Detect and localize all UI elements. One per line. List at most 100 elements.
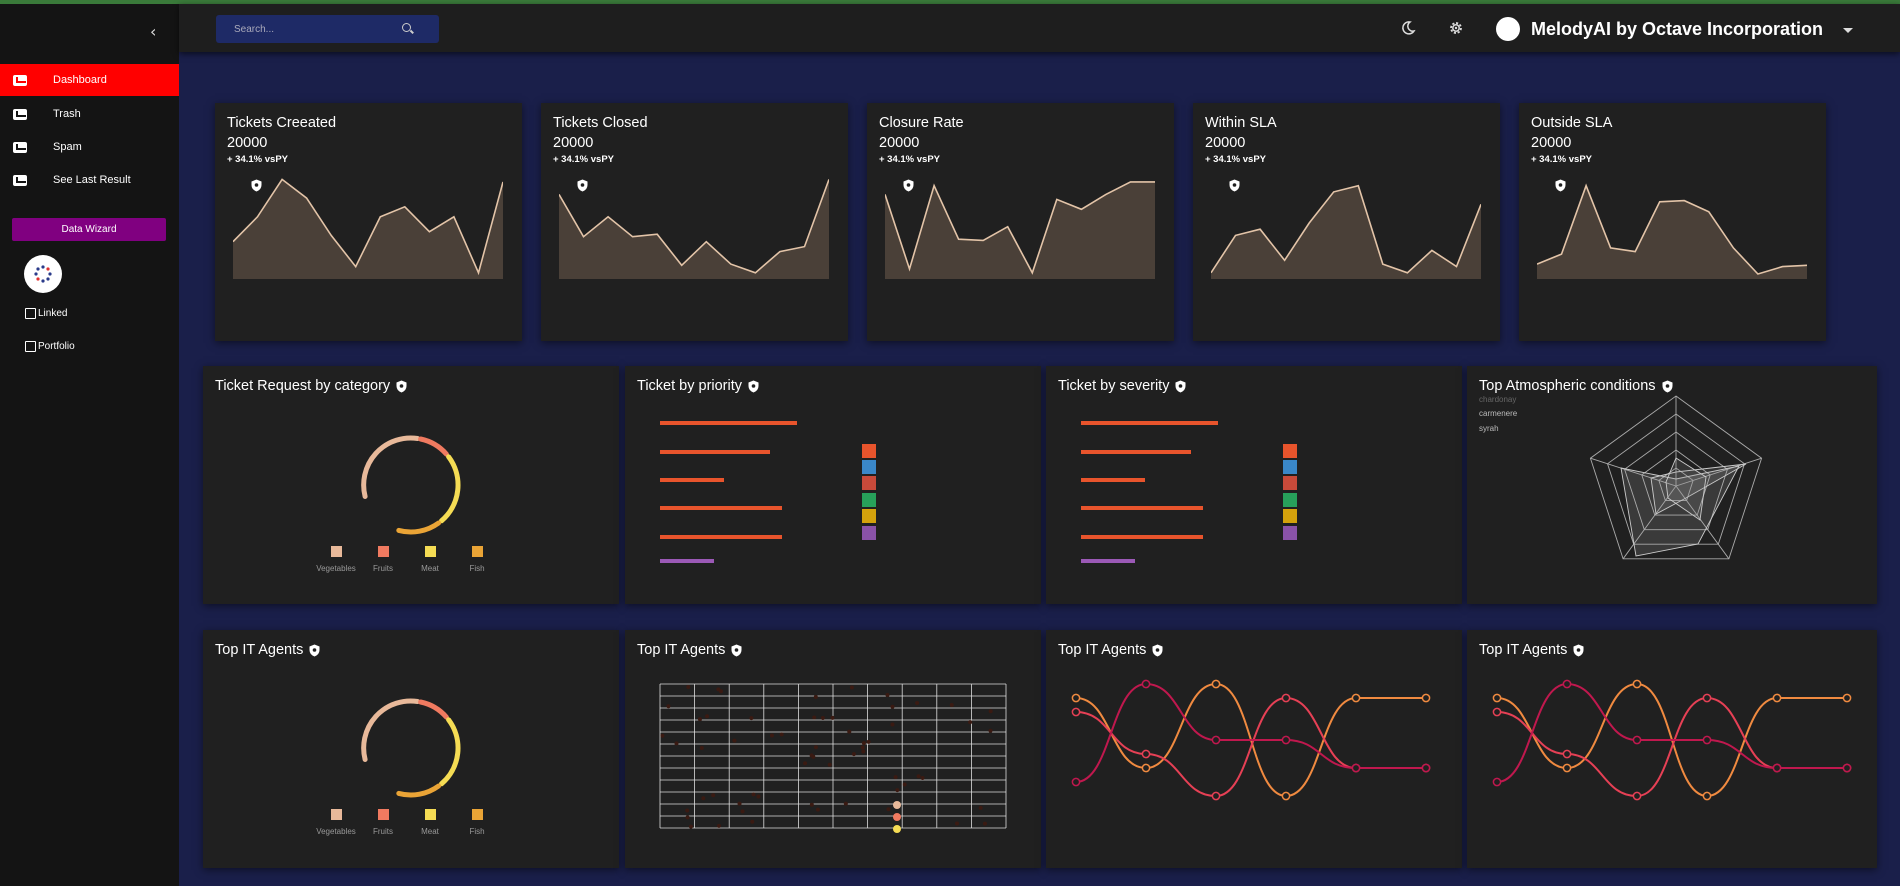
sidebar-item-dashboard[interactable]: Dashboard xyxy=(0,64,179,96)
scatter-point xyxy=(849,685,854,690)
brand-logo[interactable] xyxy=(1496,17,1520,41)
bump-point xyxy=(1632,735,1642,745)
scatter-point xyxy=(893,825,901,833)
data-wizard-button[interactable]: Data Wizard xyxy=(12,218,166,241)
scatter-point xyxy=(861,749,866,754)
area-fill xyxy=(1211,185,1481,279)
panel-ticket-by-severity: Ticket by severity xyxy=(1046,366,1462,604)
scatter-point xyxy=(812,715,817,720)
sidebar-item-spam[interactable]: Spam xyxy=(0,131,179,163)
scatter-point xyxy=(988,728,993,733)
sidebar-link-linked[interactable]: Linked xyxy=(25,308,67,319)
scatter-point xyxy=(893,801,901,809)
legend-label: Vegetables xyxy=(316,827,356,836)
kpi-area-chart xyxy=(885,181,1155,279)
chevron-left-icon[interactable]: ‹ xyxy=(150,22,156,41)
kpi-delta: + 34.1% vsPY xyxy=(227,154,289,165)
kpi-value: 20000 xyxy=(1205,135,1246,151)
scatter-point xyxy=(737,801,742,806)
bump-series-line xyxy=(1496,696,1847,798)
bump-point xyxy=(1421,763,1431,773)
scatter-point xyxy=(885,693,890,698)
gear-icon[interactable] xyxy=(1447,19,1465,37)
sidebar-item-label: See Last Result xyxy=(53,174,131,186)
chevron-down-icon[interactable] xyxy=(1843,28,1853,33)
bump-point xyxy=(1071,693,1081,703)
scatter-point xyxy=(813,745,818,750)
panel-top-it-agents-scatter: Top IT Agents xyxy=(625,630,1041,868)
panel-top-it-agents-bump-1: Top IT Agents xyxy=(1046,630,1462,868)
scatter-point xyxy=(968,720,973,725)
mail-icon xyxy=(13,174,27,186)
scatter-point xyxy=(732,738,737,743)
panel-top-it-agents-bump-2: Top IT Agents xyxy=(1467,630,1877,868)
bump-chart xyxy=(1492,679,1852,801)
kpi-title: Outside SLA xyxy=(1531,115,1613,131)
scatter-point xyxy=(697,717,702,722)
sidebar-item-label: Spam xyxy=(53,141,82,153)
scatter-point xyxy=(982,821,987,826)
kpi-delta: + 34.1% vsPY xyxy=(879,154,941,165)
search-icon[interactable] xyxy=(402,23,411,32)
scatter-point xyxy=(660,733,665,738)
kpi-area-chart xyxy=(559,179,829,279)
scatter-point xyxy=(920,776,925,781)
bump-point xyxy=(1632,679,1642,689)
kpi-card-closure-rate: Closure Rate 20000 + 34.1% vsPY xyxy=(867,103,1174,341)
scatter-point xyxy=(988,709,993,714)
bump-point xyxy=(1562,749,1572,759)
sidebar-item-label: Trash xyxy=(53,108,81,120)
legend-label: Fruits xyxy=(373,564,393,573)
kpi-delta: + 34.1% vsPY xyxy=(1531,154,1593,165)
bump-point xyxy=(1772,693,1782,703)
bump-point xyxy=(1281,791,1291,801)
scatter-point xyxy=(890,704,895,709)
scatter-point xyxy=(860,745,865,750)
bump-point xyxy=(1842,693,1852,703)
bump-point xyxy=(1071,707,1081,717)
kpi-title: Closure Rate xyxy=(879,115,964,131)
bump-point xyxy=(1842,763,1852,773)
moon-icon[interactable] xyxy=(1399,19,1417,37)
kpi-value: 20000 xyxy=(227,135,268,151)
search-input[interactable] xyxy=(216,15,396,43)
kpi-value: 20000 xyxy=(1531,135,1572,151)
sidebar-item-see-last-result[interactable]: See Last Result xyxy=(0,164,179,196)
scatter-point xyxy=(756,794,761,799)
scatter-point xyxy=(699,745,704,750)
kpi-card-tickets-created: Tickets Creeated 20000 + 34.1% vsPY xyxy=(215,103,522,341)
kpi-area-chart xyxy=(1211,184,1481,279)
kpi-card-outside-sla: Outside SLA 20000 + 34.1% vsPY xyxy=(1519,103,1826,341)
scatter-point xyxy=(916,774,921,779)
bump-point xyxy=(1492,777,1502,787)
kpi-card-tickets-closed: Tickets Closed 20000 + 34.1% vsPY xyxy=(541,103,848,341)
scatter-point xyxy=(666,704,671,709)
scatter-point xyxy=(890,722,895,727)
sidebar-item-label: Dashboard xyxy=(53,74,107,86)
bump-point xyxy=(1211,791,1221,801)
scatter-point xyxy=(769,733,774,738)
scatter-point xyxy=(815,807,820,812)
scatter-point xyxy=(915,700,920,705)
panel-ticket-by-category: Ticket Request by category Vegetables Fr… xyxy=(203,366,619,604)
legend-label: Vegetables xyxy=(316,564,356,573)
scatter-point xyxy=(861,741,866,746)
scatter-point xyxy=(954,821,959,826)
scatter-point xyxy=(847,729,852,734)
bump-point xyxy=(1421,693,1431,703)
donut-chart: Vegetables Fruits Meat Fish xyxy=(316,698,485,836)
horizontal-bar-chart xyxy=(660,421,876,563)
inbox-icon xyxy=(13,74,27,86)
app-logo[interactable] xyxy=(24,255,62,293)
scatter-point xyxy=(843,801,848,806)
kpi-title: Tickets Creeated xyxy=(227,115,337,131)
scatter-point xyxy=(893,813,901,821)
scatter-grid-chart xyxy=(659,683,1007,833)
bump-point xyxy=(1351,763,1361,773)
legend-label: Meat xyxy=(421,827,440,836)
sidebar-item-trash[interactable]: Trash xyxy=(0,98,179,130)
bump-point xyxy=(1702,693,1712,703)
sidebar-link-portfolio[interactable]: Portfolio xyxy=(25,341,75,352)
bump-point xyxy=(1141,679,1151,689)
scatter-point xyxy=(685,815,690,820)
